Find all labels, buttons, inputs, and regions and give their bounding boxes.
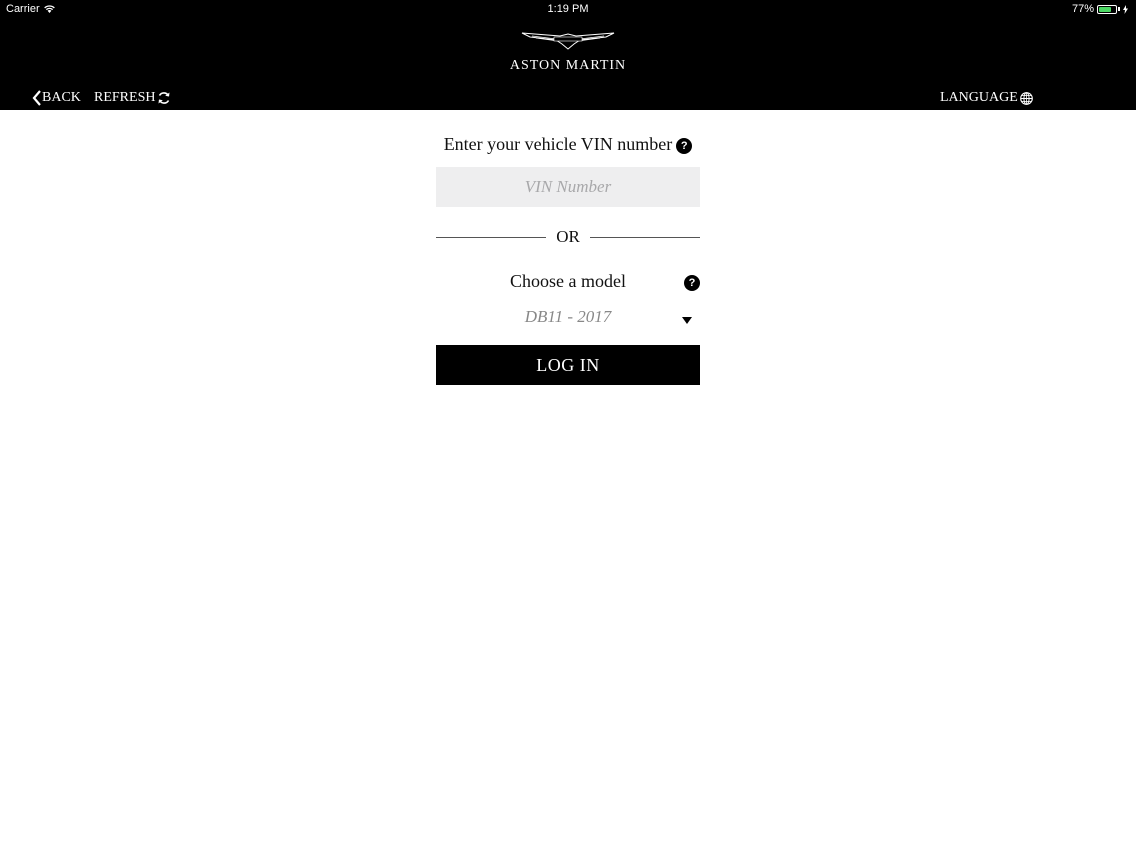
battery-icon <box>1097 4 1117 14</box>
status-time: 1:19 PM <box>547 3 589 15</box>
brand: ASTON MARTIN <box>0 30 1136 74</box>
login-button[interactable]: LOG IN <box>436 345 700 385</box>
vin-help-icon[interactable]: ? <box>676 138 693 154</box>
divider-line-right <box>589 236 700 238</box>
globe-icon <box>1019 91 1033 105</box>
aston-martin-wings-logo <box>521 32 615 50</box>
chevron-down-icon <box>682 317 692 324</box>
refresh-label: REFRESH <box>94 90 156 105</box>
status-bar: Carrier 1:19 PM 77% <box>0 0 1136 18</box>
back-label: BACK <box>42 90 81 105</box>
app-header: Carrier 1:19 PM 77% ASTON MARTIN BACK RE… <box>0 0 1136 110</box>
language-label: LANGUAGE <box>940 90 1018 105</box>
model-label: Choose a model <box>510 271 626 291</box>
vin-label: Enter your vehicle VIN number <box>443 133 673 154</box>
refresh-icon <box>158 92 170 104</box>
language-button[interactable]: LANGUAGE <box>940 90 1033 106</box>
model-dropdown[interactable]: DB11 - 2017 <box>436 307 700 333</box>
battery-fill <box>1099 6 1111 12</box>
battery-indicator: 77% <box>1072 3 1128 15</box>
model-selected-value: DB11 - 2017 <box>524 307 612 326</box>
vin-input[interactable] <box>436 167 700 207</box>
brand-name: ASTON MARTIN <box>509 58 627 73</box>
battery-percent: 77% <box>1071 3 1094 15</box>
model-help-icon[interactable]: ? <box>684 275 700 291</box>
or-label: OR <box>556 227 580 246</box>
or-divider: OR <box>436 227 700 247</box>
divider-line-left <box>436 236 547 238</box>
charging-bolt-icon <box>1123 4 1128 14</box>
login-form: Enter your vehicle VIN number ? OR Choos… <box>436 130 700 385</box>
chevron-left-icon <box>32 90 41 106</box>
battery-tip <box>1118 7 1120 11</box>
vin-label-row: Enter your vehicle VIN number ? <box>436 130 700 158</box>
refresh-button[interactable]: REFRESH <box>94 90 171 106</box>
back-button[interactable]: BACK <box>32 90 81 106</box>
model-label-row: Choose a model ? <box>436 271 700 295</box>
